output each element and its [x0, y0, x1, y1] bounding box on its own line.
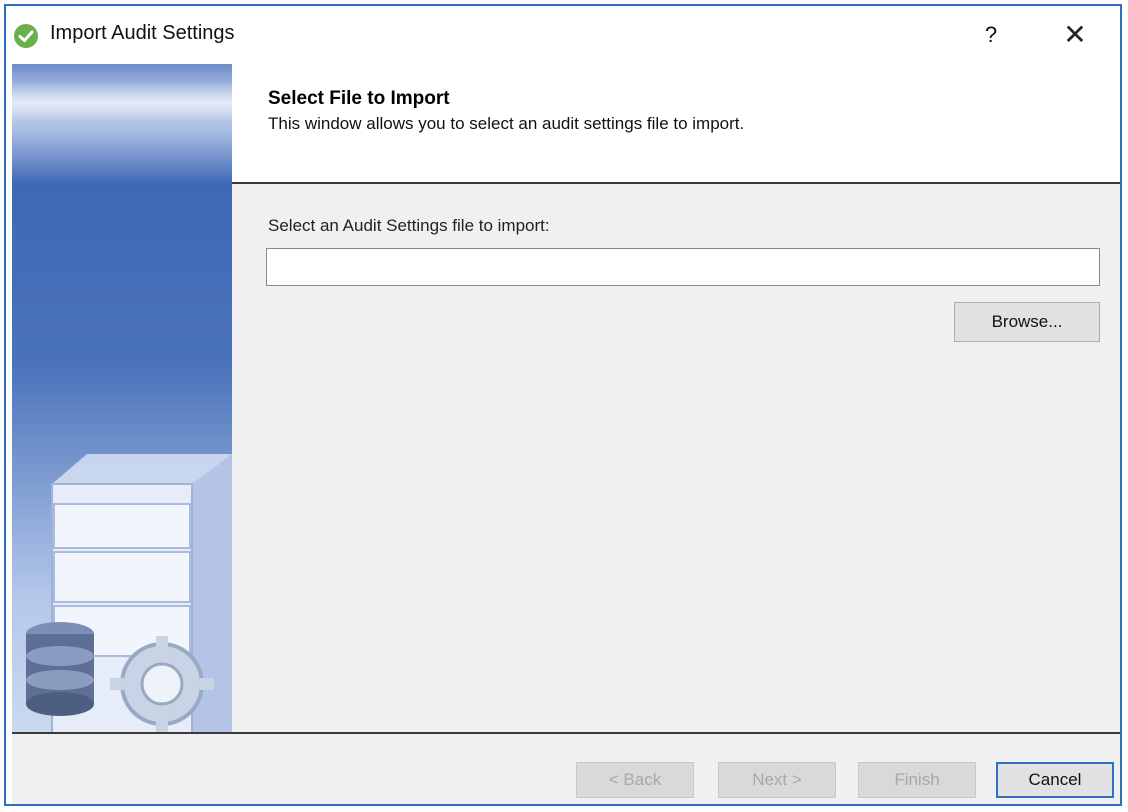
- banner-highlight: [12, 82, 232, 122]
- page-title: Select File to Import: [268, 88, 450, 109]
- wizard-footer: < Back Next > Finish Cancel: [12, 734, 1120, 804]
- close-button[interactable]: ✕: [1056, 18, 1094, 52]
- window-title: Import Audit Settings: [50, 22, 235, 44]
- server-database-gear-icon: [26, 454, 232, 732]
- browse-button[interactable]: Browse...: [954, 302, 1100, 342]
- page-description: This window allows you to select an audi…: [268, 114, 745, 133]
- title-bar[interactable]: Import Audit Settings ? ✕: [6, 6, 1120, 64]
- finish-button[interactable]: Finish: [858, 762, 976, 798]
- wizard-header: Select File to Import This window allows…: [232, 64, 1120, 182]
- app-check-icon: [14, 24, 38, 48]
- next-button[interactable]: Next >: [718, 762, 836, 798]
- wizard-content: Select an Audit Settings file to import:…: [232, 184, 1120, 732]
- cancel-button[interactable]: Cancel: [996, 762, 1114, 798]
- wizard-banner: [12, 64, 232, 732]
- import-audit-settings-dialog: Import Audit Settings ? ✕ Select File to…: [4, 4, 1122, 806]
- back-button[interactable]: < Back: [576, 762, 694, 798]
- file-field-label: Select an Audit Settings file to import:: [268, 216, 550, 235]
- help-button[interactable]: ?: [974, 18, 1008, 52]
- file-path-input[interactable]: [266, 248, 1100, 286]
